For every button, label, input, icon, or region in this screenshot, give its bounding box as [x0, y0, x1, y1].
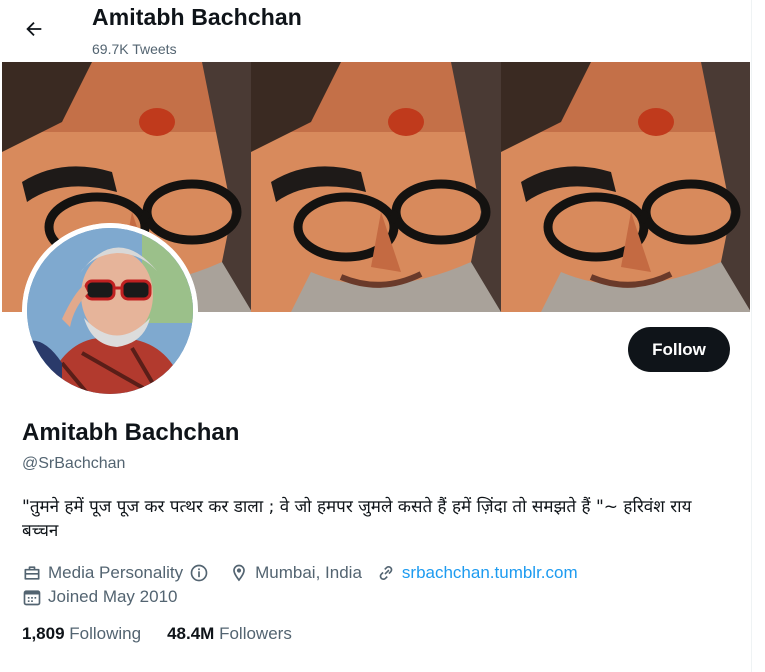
banner-tile	[251, 62, 502, 312]
profile-bio: "तुमने हमें पूज पूज कर पत्थर कर डाला ; व…	[22, 497, 692, 541]
profile-name: Amitabh Bachchan	[22, 419, 240, 446]
joined-label: Joined May 2010	[48, 587, 178, 606]
website-link[interactable]: srbachchan.tumblr.com	[402, 563, 578, 583]
meta-row: Media Personality Mumbai, India srbachch…	[22, 561, 592, 585]
follow-button[interactable]: Follow	[628, 327, 730, 372]
location-label: Mumbai, India	[255, 563, 362, 582]
followers-stat[interactable]: 48.4M Followers	[167, 624, 292, 644]
tweet-count: 69.7K Tweets	[92, 41, 177, 57]
briefcase-icon	[24, 566, 40, 580]
category-label: Media Personality	[48, 563, 184, 582]
map-pin-icon	[233, 564, 245, 582]
back-button[interactable]	[16, 11, 52, 47]
profile-handle: @SrBachchan	[22, 455, 126, 472]
follow-stats: 1,809 Following 48.4M Followers	[22, 624, 318, 644]
profile-meta: Media Personality Mumbai, India srbachch…	[22, 561, 592, 609]
location-item: Mumbai, India	[229, 563, 362, 583]
followers-label: Followers	[219, 624, 292, 643]
following-stat[interactable]: 1,809 Following	[22, 624, 141, 644]
calendar-icon	[23, 590, 41, 606]
profile-page: Amitabh Bachchan 69.7K Tweets Follow Ami…	[0, 0, 752, 672]
link-icon	[379, 565, 393, 581]
header-title: Amitabh Bachchan	[92, 4, 302, 30]
arrow-left-icon	[26, 21, 42, 37]
top-bar: Amitabh Bachchan 69.7K Tweets	[0, 0, 751, 62]
following-label: Following	[69, 624, 142, 643]
profile-avatar[interactable]	[22, 223, 198, 399]
banner-tile	[500, 62, 750, 312]
category-item: Media Personality	[22, 563, 215, 583]
followers-count: 48.4M	[167, 624, 215, 643]
info-icon[interactable]	[189, 563, 209, 583]
following-count: 1,809	[22, 624, 65, 643]
joined-item: Joined May 2010	[22, 587, 177, 607]
meta-row: Joined May 2010	[22, 585, 592, 609]
website-item: srbachchan.tumblr.com	[376, 563, 578, 583]
